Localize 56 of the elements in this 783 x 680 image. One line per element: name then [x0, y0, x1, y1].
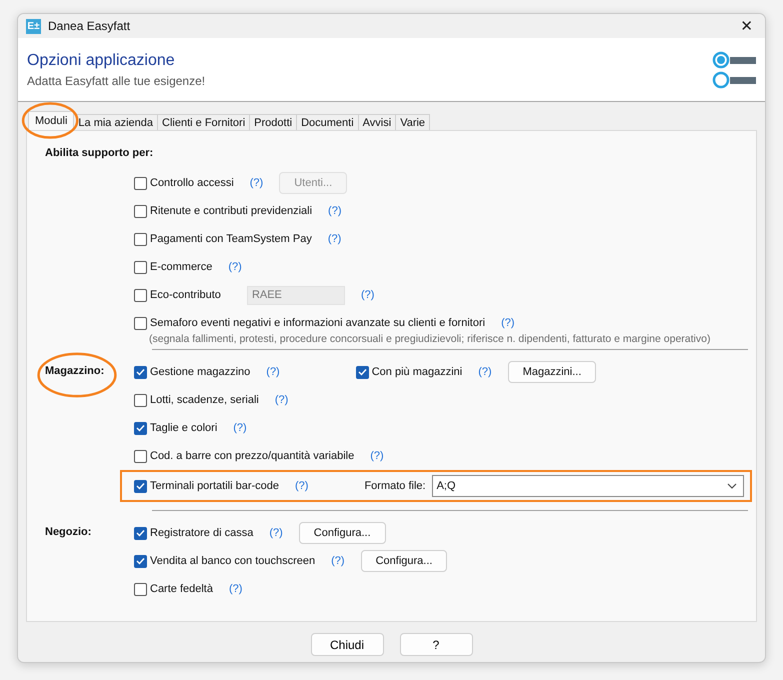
window-title: Danea Easyfatt	[48, 19, 132, 33]
help-link[interactable]: (?)	[360, 289, 374, 301]
tab[interactable]: Moduli	[28, 111, 74, 130]
help-link[interactable]: (?)	[233, 422, 247, 434]
tab[interactable]: Varie	[395, 114, 430, 130]
section-label: Negozio:	[45, 526, 92, 538]
checkbox[interactable]: Taglie e colori	[134, 422, 218, 434]
checkbox[interactable]: Semaforo eventi negativi e informazioni avanzate su clienti e fornitori	[134, 316, 486, 330]
section-label: Magazzino:	[45, 365, 104, 377]
dialog-button[interactable]: ?	[400, 633, 472, 656]
section-label: Abilita supporto per:	[45, 147, 154, 159]
app-icon: E±	[26, 18, 41, 34]
note-text: (segnala fallimenti, protesti, procedure concorsuali e pregiudizievoli; riferisce n. dipendenti, fatturato e margine operativo)	[148, 332, 710, 347]
checkmark-icon	[136, 557, 145, 565]
help-link[interactable]: (?)	[370, 450, 384, 462]
checkbox[interactable]: E-commerce	[134, 260, 212, 274]
help-link[interactable]: (?)	[266, 366, 280, 378]
checkbox[interactable]: Carte fedeltà	[134, 582, 213, 596]
help-link[interactable]: (?)	[331, 555, 345, 567]
checkbox[interactable]: Registratore di cassa	[134, 526, 254, 540]
header-title: Opzioni applicazione	[27, 52, 176, 70]
format-dropdown[interactable]: A;Q	[432, 475, 744, 497]
checkbox[interactable]: Cod. a barre con prezzo/quantità variabile	[134, 450, 354, 462]
help-link[interactable]: (?)	[228, 583, 242, 595]
close-button[interactable]: ✕	[736, 17, 757, 35]
checkmark-icon	[136, 368, 145, 376]
options-button[interactable]: Configura...	[360, 550, 448, 572]
field-label: Formato file:	[364, 480, 426, 492]
help-link[interactable]: (?)	[501, 317, 515, 329]
help-link[interactable]: (?)	[274, 394, 288, 406]
checkmark-icon	[136, 529, 145, 537]
checkbox[interactable]: Vendita al banco con touchscreen	[134, 554, 316, 568]
checkbox[interactable]: Gestione magazzino	[134, 366, 250, 378]
options-button[interactable]: Configura...	[298, 522, 386, 544]
checkbox[interactable]: Terminali portatili bar-code	[134, 480, 279, 492]
chevron-icon	[727, 483, 737, 489]
header-subtitle: Adatta Easyfatt alle tue esigenze!	[27, 74, 206, 88]
checkbox[interactable]: Pagamenti con TeamSystem Pay	[134, 232, 312, 246]
help-link[interactable]: (?)	[328, 233, 342, 245]
help-link[interactable]: (?)	[228, 261, 242, 273]
help-link[interactable]: (?)	[250, 177, 264, 189]
checkbox[interactable]: Controllo accessi	[134, 176, 234, 190]
toggle-icon	[712, 50, 756, 90]
checkbox[interactable]: Lotti, scadenze, seriali	[134, 394, 259, 406]
checkbox[interactable]: Eco-contributo	[134, 288, 221, 302]
help-link[interactable]: (?)	[328, 205, 342, 217]
checkmark-icon	[358, 368, 367, 376]
help-link[interactable]: (?)	[269, 527, 283, 539]
help-link[interactable]: (?)	[478, 366, 492, 378]
help-link[interactable]: (?)	[295, 480, 308, 492]
options-button[interactable]: Magazzini...	[508, 361, 596, 383]
checkbox[interactable]: Ritenute e contributi previdenziali	[134, 204, 312, 218]
checkbox[interactable]: Con più magazzini	[356, 366, 462, 378]
checkmark-icon	[136, 424, 145, 432]
checkmark-icon	[136, 482, 145, 490]
dialog-button[interactable]: Chiudi	[310, 633, 384, 656]
